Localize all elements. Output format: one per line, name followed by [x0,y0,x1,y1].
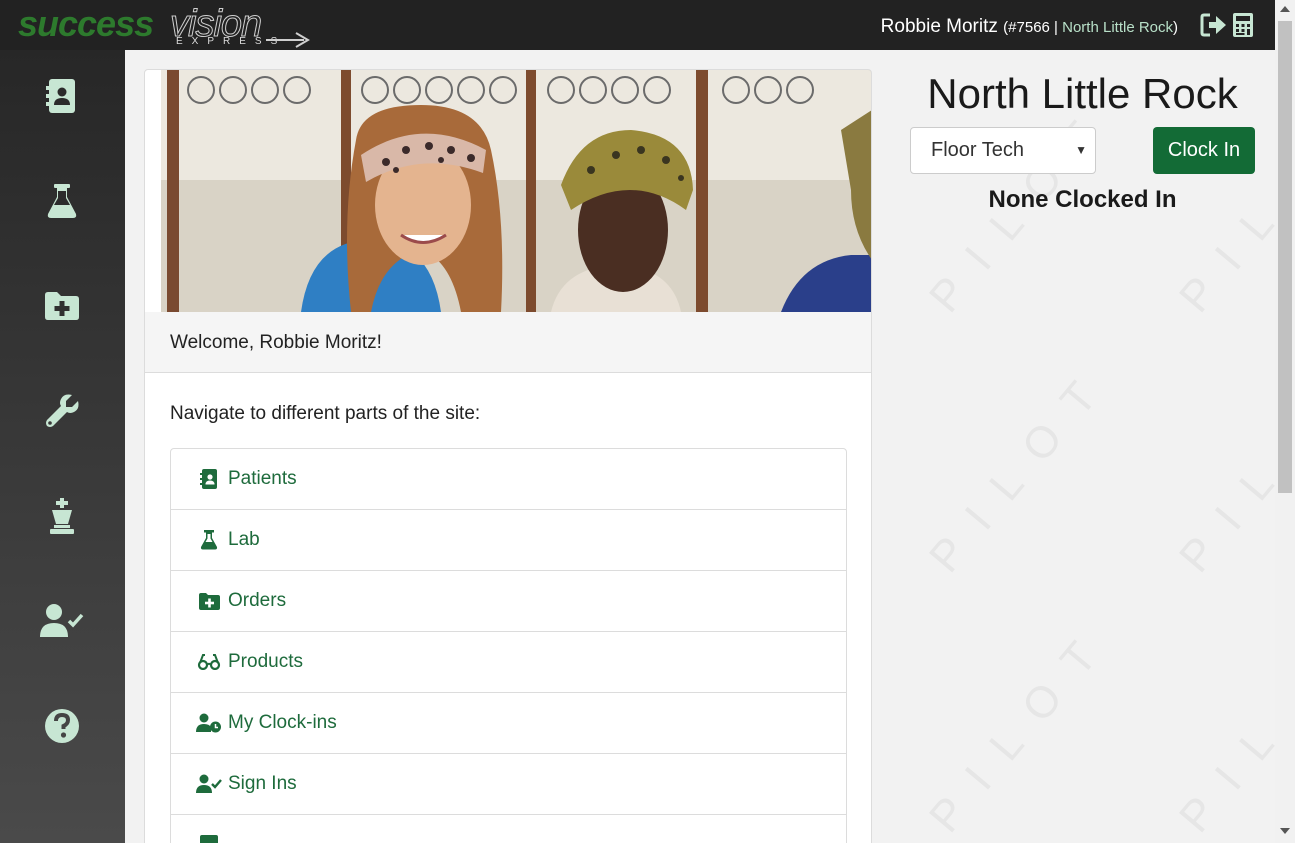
calculator-icon[interactable] [1232,12,1254,38]
scroll-thumb[interactable] [1278,21,1292,493]
nav-item-label: Products [228,651,303,672]
sign-out-icon[interactable] [1200,12,1228,38]
nav-item-patients[interactable]: Patients [171,449,846,510]
watermark-pilot: PILOT [920,353,1123,582]
sidebar-chess-king-icon[interactable] [40,494,84,538]
sidebar [0,50,125,843]
logo-word-success: success [18,3,154,44]
nav-item-label: Orders [228,590,287,611]
orders-folder-icon [196,590,222,612]
sidebar-orders-folder-icon[interactable] [40,284,84,328]
welcome-bar: Welcome, Robbie Moritz! [145,312,871,373]
user-location-link[interactable]: North Little Rock [1062,19,1173,36]
nav-item-sign-ins[interactable]: Sign Ins [171,754,846,815]
user-id: (#7566 [1003,19,1050,36]
clock-status: None Clocked In [988,186,1177,213]
nav-item-label: Sign Ins [228,773,297,794]
page-scrollbar[interactable] [1275,0,1295,843]
sidebar-user-check-icon[interactable] [40,599,84,643]
nav-item-lab[interactable]: Lab [171,510,846,571]
top-navbar: success vision EXPRESS Robbie Moritz (#7… [0,0,1275,50]
role-select-value: Floor Tech [931,139,1025,161]
nav-item-my-clock-ins[interactable]: My Clock-ins [171,693,846,754]
sidebar-help-icon[interactable] [40,704,84,748]
nav-item-label: Lab [228,529,260,550]
welcome-card: Welcome, Robbie Moritz! Navigate to diff… [144,69,872,843]
scroll-up-icon[interactable] [1280,6,1290,12]
user-check-icon [196,773,222,795]
watermark-pilot: PILOT [1170,353,1275,582]
watermark-pilot: PILOT [1170,613,1275,842]
lab-flask-icon [196,529,222,551]
role-select[interactable]: Floor Tech ▼ [910,127,1096,174]
user-name: Robbie Moritz [880,16,998,37]
user-separator: | [1049,19,1063,36]
nav-item-label: My Clock-ins [228,712,337,733]
scroll-down-icon[interactable] [1280,828,1290,834]
welcome-message: Welcome, Robbie Moritz! [170,332,382,353]
partial-icon [196,834,222,843]
nav-item-label: Patients [228,468,297,489]
nav-list: Patients Lab Orders Products My Clock-in… [170,448,847,843]
user-clock-icon [196,712,222,734]
user-info: Robbie Moritz (#7566 | North Little Rock… [881,16,1178,39]
clock-in-button[interactable]: Clock In [1153,127,1255,174]
nav-title: Navigate to different parts of the site: [170,403,481,424]
glasses-icon [196,651,222,673]
clock-panel: PILOT PILOT PILOT PILOT PILOT PILOT Nort… [890,50,1275,843]
watermark-pilot: PILOT [920,613,1123,842]
logo-arrow-icon [266,32,310,48]
sidebar-lab-flask-icon[interactable] [40,179,84,223]
nav-item-partial[interactable] [171,815,846,843]
chevron-down-icon: ▼ [1075,143,1087,157]
nav-item-orders[interactable]: Orders [171,571,846,632]
user-close-paren: ) [1173,19,1178,36]
sidebar-patients-icon[interactable] [40,74,84,118]
sidebar-wrench-icon[interactable] [40,389,84,433]
patients-icon [196,468,222,490]
hero-photo [161,70,871,312]
nav-item-products[interactable]: Products [171,632,846,693]
brand-logo[interactable]: success vision EXPRESS [18,5,318,49]
location-title: North Little Rock [927,70,1238,117]
